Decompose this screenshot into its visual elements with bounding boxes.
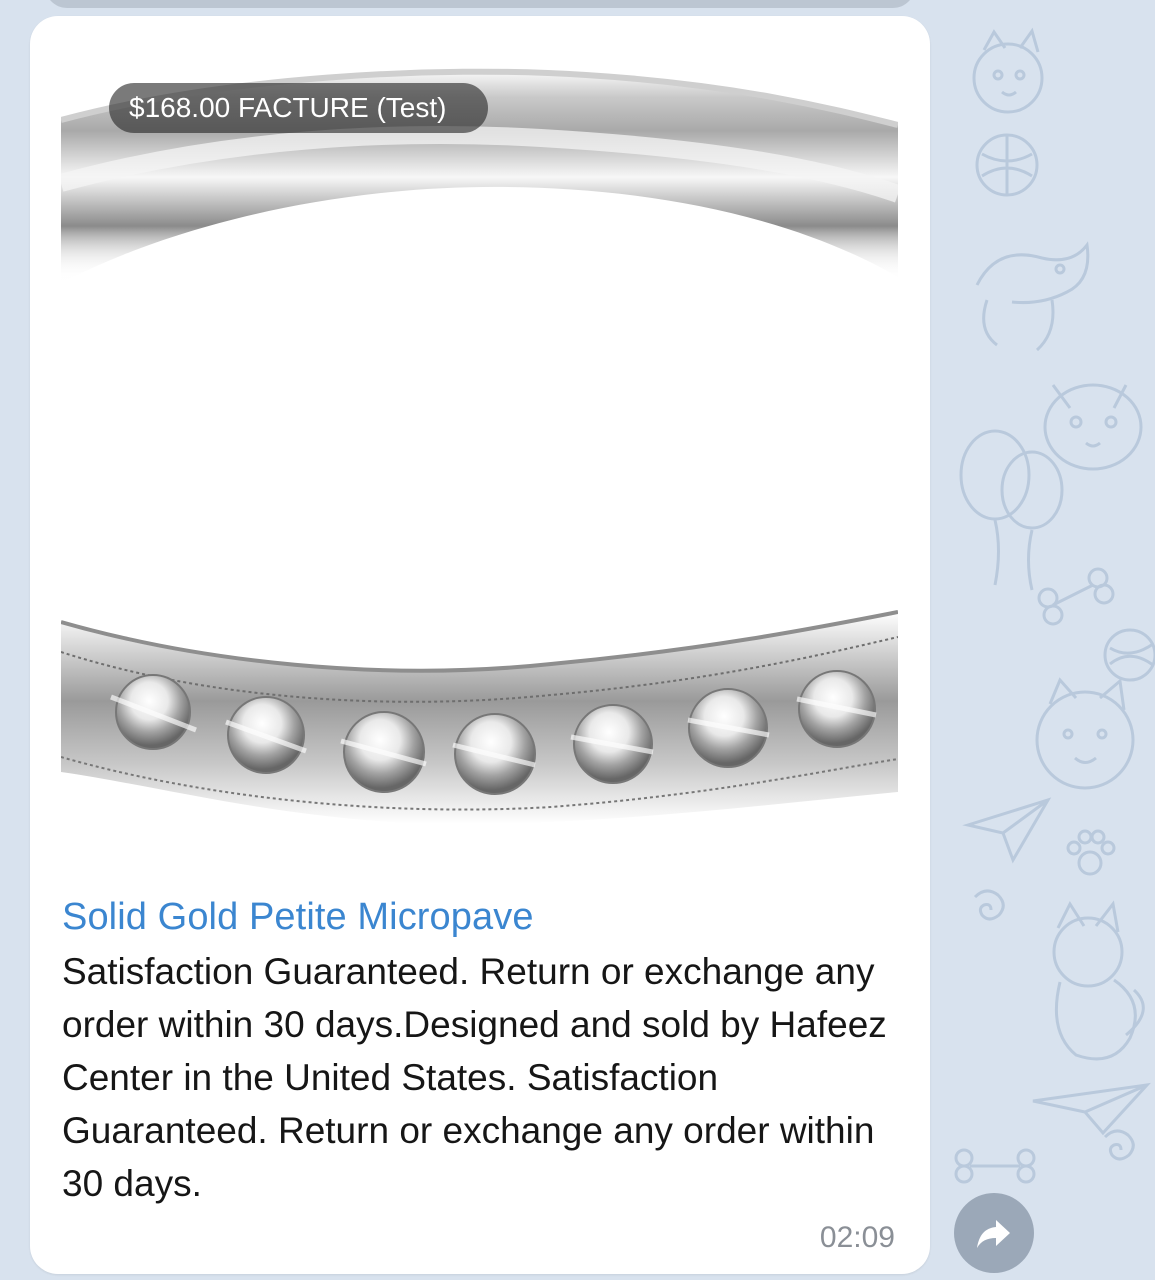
doodle-paper-plane-icon — [962, 797, 1052, 864]
ring-photo[interactable]: $168.00 FACTURE (Test) — [61, 47, 898, 877]
doodle-spiral-icon — [973, 889, 1005, 921]
doodle-paw-icon — [1066, 829, 1116, 876]
doodle-kitten-icon — [1035, 677, 1135, 790]
invoice-price-badge[interactable]: $168.00 FACTURE (Test) — [109, 83, 489, 133]
product-description: Satisfaction Guaranteed. Return or excha… — [62, 951, 887, 1204]
forward-button[interactable] — [954, 1193, 1034, 1273]
doodle-spiral-small-icon — [1103, 1129, 1135, 1161]
message-time: 02:09 — [819, 1221, 895, 1254]
doodle-ball-icon — [975, 133, 1039, 197]
message-caption: Solid Gold Petite Micropave Satisfaction… — [62, 892, 902, 1210]
previous-message-edge — [45, 0, 915, 8]
ring-image — [61, 47, 898, 877]
forward-arrow-icon — [977, 1220, 1010, 1248]
product-title[interactable]: Solid Gold Petite Micropave — [62, 892, 902, 942]
doodle-cat-sitting-icon — [1052, 900, 1145, 1061]
doodle-bone-bottom-icon — [954, 1148, 1036, 1184]
message-bubble[interactable]: $168.00 FACTURE (Test) Solid Gold Petite… — [30, 16, 930, 1274]
